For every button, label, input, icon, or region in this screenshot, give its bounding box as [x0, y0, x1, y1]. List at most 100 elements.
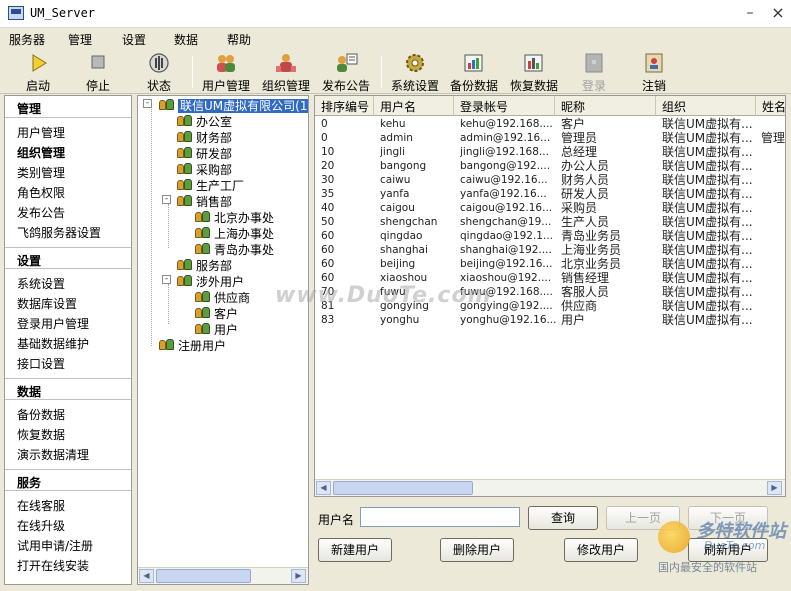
tree-node-suppliers[interactable]: 供应商 — [194, 289, 250, 305]
nav-item-database-settings[interactable]: 数据库设置 — [17, 295, 77, 312]
nav-item-online-support[interactable]: 在线客服 — [17, 497, 65, 514]
tree-node-users[interactable]: 用户 — [194, 321, 238, 337]
nav-item-publish-announcement[interactable]: 发布公告 — [17, 204, 65, 221]
table-cell — [761, 285, 785, 299]
nav-item-online-install[interactable]: 打开在线安装 — [17, 557, 89, 574]
tree-node-registered-users[interactable]: 注册用户 — [158, 337, 226, 353]
scroll-thumb[interactable] — [156, 569, 251, 583]
table-row[interactable]: 0 kehu kehu@192.168.... 客户 联信UM虚拟有... — [315, 117, 785, 131]
organization-icon — [276, 54, 296, 72]
tree-node-qingdao-office[interactable]: 青岛办事处 — [194, 241, 274, 257]
table-row[interactable]: 83 yonghu yonghu@192.16... 用户 联信UM虚拟有... — [315, 313, 785, 327]
column-header-sort-no[interactable]: 排序编号 — [315, 96, 374, 116]
toolbar: 启动 停止 状态 用户管理 组织管理 发布公告 系统设置 备份数据 恢复数据 登… — [0, 50, 791, 94]
nav-item-restore-data[interactable]: 恢复数据 — [17, 426, 65, 443]
stop-button[interactable]: 停止 — [68, 50, 128, 94]
login-button[interactable]: 登录 — [564, 50, 624, 94]
tree-node-root[interactable]: 联信UM虚拟有限公司(15) — [158, 97, 308, 113]
nav-item-role-permission[interactable]: 角色权限 — [17, 184, 65, 201]
org-node-icon — [176, 274, 194, 288]
column-header-login-account[interactable]: 登录帐号 — [454, 96, 555, 116]
tree-node-shanghai-office[interactable]: 上海办事处 — [194, 225, 274, 241]
table-row[interactable]: 60 beijing beijing@192.16... 北京业务员 联信UM虚拟有..… — [315, 257, 785, 271]
table-cell: 联信UM虚拟有... — [662, 257, 753, 271]
nav-item-login-user-manage[interactable]: 登录用户管理 — [17, 315, 89, 332]
nav-item-user-manage[interactable]: 用户管理 — [17, 124, 65, 141]
close-icon[interactable]: × — [768, 4, 788, 22]
nav-item-backup-data[interactable]: 备份数据 — [17, 406, 65, 423]
search-button[interactable]: 查询 — [528, 506, 598, 530]
menu-manage[interactable]: 管理 — [68, 31, 92, 48]
menu-settings[interactable]: 设置 — [122, 31, 146, 48]
delete-user-button[interactable]: 删除用户 — [440, 538, 514, 562]
tree-node-rnd[interactable]: 研发部 — [176, 145, 232, 161]
menu-help[interactable]: 帮助 — [227, 31, 251, 48]
column-header-organization[interactable]: 组织 — [656, 96, 756, 116]
system-settings-button[interactable]: 系统设置 — [385, 50, 445, 94]
tree-collapse-icon[interactable]: - — [143, 99, 152, 108]
tree-node-factory[interactable]: 生产工厂 — [176, 177, 244, 193]
table-row[interactable]: 0 admin admin@192.16... 管理员 联信UM虚拟有... 管理 — [315, 131, 785, 145]
table-cell: jingli@192.168... — [460, 146, 549, 158]
nav-item-category-manage[interactable]: 类别管理 — [17, 164, 65, 181]
grid-horizontal-scrollbar[interactable]: ◀ ▶ — [315, 479, 785, 496]
tree-node-external-users[interactable]: 涉外用户 — [176, 273, 244, 289]
start-button[interactable]: 启动 — [8, 50, 68, 94]
nav-item-system-settings[interactable]: 系统设置 — [17, 275, 65, 292]
tree-collapse-icon[interactable]: - — [162, 275, 171, 284]
scroll-right-icon[interactable]: ▶ — [767, 481, 782, 495]
table-row[interactable]: 20 bangong bangong@192.... 办公人员 联信UM虚拟有... — [315, 159, 785, 173]
column-header-username[interactable]: 用户名 — [374, 96, 454, 116]
tree-horizontal-scrollbar[interactable]: ◀ ▶ — [138, 567, 308, 584]
nav-item-interface-settings[interactable]: 接口设置 — [17, 355, 65, 372]
org-manage-button[interactable]: 组织管理 — [256, 50, 316, 94]
user-manage-button[interactable]: 用户管理 — [196, 50, 256, 94]
tree-node-customers[interactable]: 客户 — [194, 305, 238, 321]
nav-item-feige-server-settings[interactable]: 飞鸽服务器设置 — [17, 224, 101, 241]
tree-node-beijing-office[interactable]: 北京办事处 — [194, 209, 274, 225]
logout-button[interactable]: 注销 — [624, 50, 684, 94]
scroll-left-icon[interactable]: ◀ — [139, 569, 154, 583]
system-settings-label: 系统设置 — [390, 79, 439, 93]
table-cell — [761, 243, 785, 257]
minimize-icon[interactable]: – — [740, 4, 760, 22]
restore-button[interactable]: 恢复数据 — [504, 50, 564, 94]
scroll-right-icon[interactable]: ▶ — [291, 569, 306, 583]
table-row[interactable]: 10 jingli jingli@192.168... 总经理 联信UM虚拟有... — [315, 145, 785, 159]
scroll-thumb[interactable] — [333, 481, 473, 495]
announce-button[interactable]: 发布公告 — [316, 50, 376, 94]
tree-node-sales[interactable]: 销售部 — [176, 193, 232, 209]
table-row[interactable]: 50 shengchan shengchan@19... 生产人员 联信UM虚拟有... — [315, 215, 785, 229]
tree-node-purchasing[interactable]: 采购部 — [176, 161, 232, 177]
table-row[interactable]: 40 caigou caigou@192.16... 采购员 联信UM虚拟有... — [315, 201, 785, 215]
tree-node-office[interactable]: 办公室 — [176, 113, 232, 129]
edit-user-button[interactable]: 修改用户 — [564, 538, 638, 562]
backup-button[interactable]: 备份数据 — [444, 50, 504, 94]
scroll-left-icon[interactable]: ◀ — [316, 481, 331, 495]
org-node-icon — [176, 114, 194, 128]
column-header-name[interactable]: 姓名 — [756, 96, 785, 116]
table-cell: 40 — [321, 202, 335, 214]
status-button[interactable]: 状态 — [129, 50, 189, 94]
table-cell: 0 — [321, 132, 328, 144]
table-row[interactable]: 60 shanghai shanghai@192.... 上海业务员 联信UM虚拟有..… — [315, 243, 785, 257]
table-cell — [761, 313, 785, 327]
nav-item-base-data[interactable]: 基础数据维护 — [17, 335, 89, 352]
menu-server[interactable]: 服务器 — [9, 31, 45, 48]
table-cell: 60 — [321, 244, 335, 256]
new-user-button[interactable]: 新建用户 — [318, 538, 392, 562]
tree-node-service[interactable]: 服务部 — [176, 257, 232, 273]
table-row[interactable]: 30 caiwu caiwu@192.16... 财务人员 联信UM虚拟有... — [315, 173, 785, 187]
nav-item-online-upgrade[interactable]: 在线升级 — [17, 517, 65, 534]
nav-item-org-manage[interactable]: 组织管理 — [17, 144, 65, 161]
nav-item-demo-data-cleanup[interactable]: 演示数据清理 — [17, 446, 89, 463]
username-search-input[interactable] — [360, 507, 520, 527]
table-cell — [761, 215, 785, 229]
tree-collapse-icon[interactable]: - — [162, 195, 171, 204]
column-header-nickname[interactable]: 昵称 — [555, 96, 656, 116]
nav-item-trial-register[interactable]: 试用申请/注册 — [17, 537, 93, 554]
table-row[interactable]: 60 qingdao qingdao@192.1... 青岛业务员 联信UM虚拟有... — [315, 229, 785, 243]
menu-data[interactable]: 数据 — [174, 31, 198, 48]
tree-node-finance[interactable]: 财务部 — [176, 129, 232, 145]
table-row[interactable]: 35 yanfa yanfa@192.16... 研发人员 联信UM虚拟有... — [315, 187, 785, 201]
